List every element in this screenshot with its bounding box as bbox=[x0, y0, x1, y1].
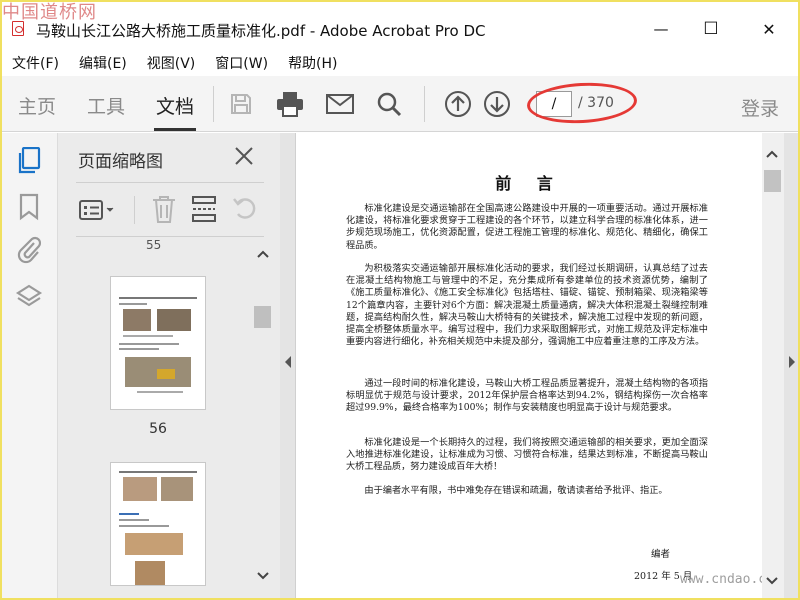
window-title: 马鞍山长江公路大桥施工质量标准化.pdf - Adobe Acrobat Pro… bbox=[36, 22, 486, 40]
document-heading: 前 言 bbox=[495, 174, 563, 193]
page-up-icon bbox=[445, 91, 471, 117]
maximize-button[interactable]: ☐ bbox=[688, 14, 734, 44]
collapse-left-icon bbox=[285, 356, 291, 368]
close-icon: ✕ bbox=[762, 19, 776, 39]
thumbnail-scrollbar[interactable] bbox=[254, 244, 272, 586]
close-window-button[interactable]: ✕ bbox=[746, 14, 792, 44]
panel-close-button[interactable] bbox=[233, 145, 255, 167]
minimize-icon: — bbox=[653, 20, 669, 38]
rotate-page-icon bbox=[233, 198, 256, 219]
tab-tools[interactable]: 工具 bbox=[87, 92, 125, 119]
previous-page-button[interactable] bbox=[442, 88, 474, 120]
delete-page-button[interactable] bbox=[150, 194, 180, 224]
layers-icon bbox=[15, 284, 43, 307]
document-scrollbar[interactable] bbox=[762, 133, 784, 600]
page-down-icon bbox=[484, 91, 510, 117]
thumbnail-options-icon bbox=[79, 200, 114, 220]
email-button[interactable] bbox=[324, 88, 356, 120]
thumbnail-label-partial: 55 bbox=[146, 238, 162, 252]
minimize-button[interactable]: — bbox=[638, 14, 684, 44]
toolbar-divider bbox=[213, 86, 214, 122]
thumbnail-preview bbox=[119, 471, 197, 585]
panel-title: 页面缩略图 bbox=[78, 152, 163, 172]
acrobat-app-icon bbox=[12, 21, 24, 36]
document-scroll-up[interactable] bbox=[764, 146, 780, 162]
thumbnail-scroll-thumb[interactable] bbox=[254, 306, 271, 328]
tab-document[interactable]: 文档 bbox=[156, 92, 194, 119]
thumbnail-page-56[interactable] bbox=[110, 276, 206, 410]
thumbnail-scroll-down[interactable] bbox=[255, 568, 271, 584]
close-icon bbox=[235, 147, 253, 165]
main-toolbar: 主页 工具 文档 bbox=[0, 76, 800, 132]
menu-file[interactable]: 文件(F) bbox=[0, 50, 68, 74]
next-page-button[interactable] bbox=[481, 88, 513, 120]
document-signature: 编者 bbox=[651, 549, 671, 560]
document-paragraph: 标准化建设是一个长期持久的过程，我们将按照交通运输部的相关要求，更加全面深入地推… bbox=[346, 437, 708, 473]
pages-panel-button[interactable] bbox=[14, 146, 44, 176]
layers-panel-button[interactable] bbox=[14, 282, 44, 312]
insert-page-icon bbox=[192, 196, 216, 222]
save-icon bbox=[231, 94, 251, 114]
collapse-right-icon bbox=[789, 356, 795, 368]
menu-window[interactable]: 窗口(W) bbox=[204, 50, 277, 74]
right-collapse-strip[interactable] bbox=[784, 133, 800, 600]
pages-icon bbox=[18, 147, 41, 174]
document-scroll-thumb[interactable] bbox=[764, 170, 781, 192]
email-icon bbox=[326, 94, 354, 114]
toolbar-divider bbox=[424, 86, 425, 122]
chevron-down-icon bbox=[257, 572, 269, 580]
active-tab-indicator bbox=[154, 128, 196, 131]
divider bbox=[76, 182, 264, 183]
left-collapse-strip[interactable] bbox=[280, 133, 296, 600]
print-icon bbox=[277, 92, 303, 117]
search-button[interactable] bbox=[373, 88, 405, 120]
thumbnail-preview bbox=[119, 297, 197, 393]
delete-page-icon bbox=[153, 196, 175, 223]
maximize-icon: ☐ bbox=[703, 19, 719, 39]
attachment-icon bbox=[17, 236, 41, 264]
bookmark-icon bbox=[19, 193, 39, 221]
search-icon bbox=[377, 92, 402, 117]
thumbnail-page-57[interactable] bbox=[110, 462, 206, 586]
document-scroll-down[interactable] bbox=[764, 573, 780, 589]
document-paragraph: 通过一段时间的标准化建设，马鞍山大桥工程品质显著提升，混凝土结构物的各项指标明显… bbox=[346, 378, 708, 414]
document-paragraph: 为积极落实交通运输部开展标准化活动的要求，我们经过长期调研，认真总结了过去在混凝… bbox=[346, 263, 708, 348]
menu-edit[interactable]: 编辑(E) bbox=[68, 50, 136, 74]
panel-tool-divider bbox=[134, 196, 135, 224]
thumbnail-options-button[interactable] bbox=[78, 196, 120, 224]
save-button[interactable] bbox=[225, 88, 257, 120]
chevron-up-icon bbox=[766, 150, 778, 158]
document-paragraph: 标准化建设是交通运输部在全国高速公路建设中开展的一项重要活动。通过开展标准化建设… bbox=[346, 203, 708, 251]
tab-home[interactable]: 主页 bbox=[18, 92, 56, 119]
thumbnail-page-label: 56 bbox=[149, 421, 167, 437]
divider bbox=[76, 236, 264, 237]
document-paragraph: 由于编者水平有限，书中难免存在错误和疏漏，敬请读者给予批评、指正。 bbox=[364, 485, 668, 496]
bookmarks-panel-button[interactable] bbox=[14, 192, 44, 222]
menu-bar: 文件(F) 编辑(E) 视图(V) 窗口(W) 帮助(H) bbox=[0, 50, 800, 74]
menu-help[interactable]: 帮助(H) bbox=[277, 50, 346, 74]
insert-page-button[interactable] bbox=[190, 194, 220, 224]
menu-view[interactable]: 视图(V) bbox=[136, 50, 205, 74]
chevron-down-icon bbox=[766, 577, 778, 585]
print-button[interactable] bbox=[274, 88, 306, 120]
login-link[interactable]: 登录 bbox=[741, 94, 779, 121]
chevron-up-icon bbox=[257, 250, 269, 258]
rotate-page-button[interactable] bbox=[232, 194, 262, 224]
attachments-panel-button[interactable] bbox=[14, 234, 44, 264]
thumbnail-scroll-up[interactable] bbox=[255, 246, 271, 262]
